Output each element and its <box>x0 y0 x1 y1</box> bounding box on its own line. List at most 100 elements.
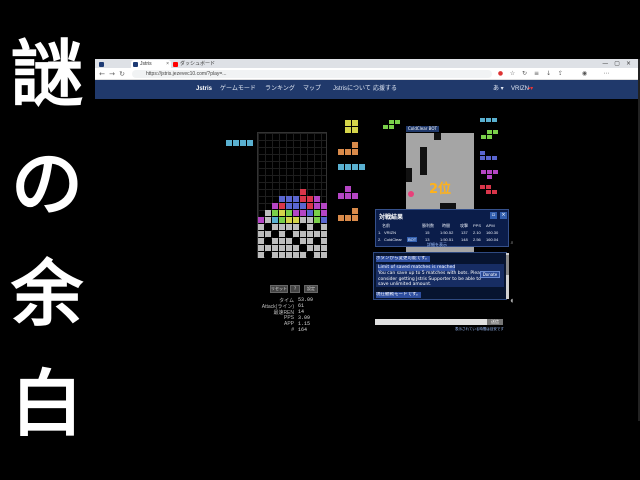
stack-cell <box>314 203 320 209</box>
tab-dashboard-label: ダッシュボード <box>180 61 216 67</box>
refresh-icon[interactable]: ↻ <box>521 70 528 77</box>
nav-user[interactable]: VRIZN <box>511 80 529 99</box>
stat-value: 164 <box>298 327 308 333</box>
opponent-queue-mino <box>486 190 491 194</box>
stack-cell <box>272 203 278 209</box>
garbage-cell <box>258 238 264 244</box>
extension-icon[interactable]: ● <box>497 70 504 77</box>
nav-game-mode[interactable]: ゲームモード <box>220 80 256 99</box>
stack-cell <box>286 217 292 223</box>
opponent-cursor-icon <box>408 191 414 197</box>
title-overlay: 謎 の 余 白 <box>0 0 94 480</box>
scroll-thumb[interactable] <box>506 255 509 275</box>
tab-1[interactable] <box>97 60 131 68</box>
opponent-queue-mino <box>480 156 485 160</box>
queue-mino <box>338 215 344 221</box>
col-header: APM <box>486 223 495 228</box>
tab-favicon-icon <box>99 61 104 67</box>
garbage-cell <box>314 252 320 258</box>
star-icon[interactable]: ☆ <box>509 70 516 77</box>
donate-button[interactable]: Donate <box>480 271 500 278</box>
opponent-queue-mino <box>395 120 400 124</box>
chat-line: ボタンから変更可能です。 <box>376 256 430 262</box>
garbage-cell <box>272 231 278 237</box>
zoom-icon[interactable]: ⌕ <box>509 240 515 246</box>
url-field[interactable]: https://jstris.jezevec10.com/?play=... <box>132 70 492 78</box>
garbage-cell <box>321 231 327 237</box>
tab-jstris[interactable]: Jstris × <box>131 60 171 68</box>
garbage-cell <box>293 252 299 258</box>
title-char-4: 白 <box>10 361 83 446</box>
notification-icon[interactable]: ▪▾ <box>528 80 533 99</box>
row-pps: 2.10 <box>473 230 481 235</box>
opponent-queue-mino <box>492 190 497 194</box>
nav-ranking[interactable]: ランキング <box>265 80 295 99</box>
share-icon[interactable]: ⇪ <box>557 70 564 77</box>
forward-icon[interactable]: → <box>108 70 116 78</box>
nav-maps[interactable]: マップ <box>303 80 321 99</box>
opponent-rank: 2位 <box>429 182 452 197</box>
nav-support[interactable]: 応援する <box>373 80 397 99</box>
minimize-icon[interactable]: ▫ <box>490 212 497 219</box>
more-icon[interactable]: ⋯ <box>603 70 610 77</box>
row-apm: 160.30 <box>486 230 499 235</box>
footer-note: 表示されている時間は目安です <box>455 327 504 331</box>
back-icon[interactable]: ← <box>98 70 106 78</box>
window-controls[interactable]: —▢× <box>602 59 637 68</box>
opponent-queue-mino <box>493 130 498 134</box>
stack-cell <box>258 217 264 223</box>
garbage-cell <box>286 238 292 244</box>
close-icon[interactable]: × <box>166 60 169 68</box>
garbage-cell <box>258 224 264 230</box>
garbage-cell <box>293 245 299 251</box>
garbage-cell <box>272 238 278 244</box>
col-header: 時間 <box>442 223 450 228</box>
stack-cell <box>314 210 320 216</box>
stack-cell <box>307 210 313 216</box>
chat-scrollbar[interactable] <box>506 253 509 299</box>
nav-about[interactable]: Jstrisについて <box>333 80 371 99</box>
garbage-cell <box>265 210 271 216</box>
garbage-cell <box>314 224 320 230</box>
help-button[interactable]: ? <box>290 285 300 293</box>
garbage-cell <box>265 245 271 251</box>
garbage-cell <box>272 252 278 258</box>
stack-cell <box>321 203 327 209</box>
opponent-hole <box>406 168 412 182</box>
youtube-favicon-icon <box>173 61 178 67</box>
stack-cell <box>300 203 306 209</box>
row-rank: 1. <box>378 230 382 235</box>
garbage-cell <box>307 238 313 244</box>
garbage-cell <box>300 224 306 230</box>
chat-input[interactable] <box>375 319 503 325</box>
profile-icon[interactable]: ◉ <box>581 70 588 77</box>
jstris-page: Jstris ゲームモード ランキング マップ Jstrisについて 応援する … <box>95 80 640 421</box>
reload-icon[interactable]: ↻ <box>118 70 126 78</box>
stack-cell <box>300 196 306 202</box>
close-icon[interactable]: × <box>500 212 507 219</box>
garbage-cell <box>286 224 292 230</box>
show-details-link[interactable]: 詳細を表示 <box>427 242 447 248</box>
send-button[interactable]: 送信 <box>487 319 503 325</box>
stack-cell <box>293 210 299 216</box>
nav-brand[interactable]: Jstris <box>196 80 212 99</box>
menu-icon[interactable]: ≡ <box>533 70 540 77</box>
queue-mino <box>338 193 344 199</box>
reset-button[interactable]: リセット <box>270 285 288 293</box>
opponent-queue-mino <box>487 135 492 139</box>
nav-language-icon[interactable]: あ ▾ <box>493 80 504 99</box>
opponent-queue-mino <box>480 118 485 122</box>
tab-bar: Jstris × ダッシュボード —▢× <box>95 59 640 68</box>
sound-icon[interactable]: ◖ <box>509 298 515 304</box>
col-header: 名前 <box>382 223 390 228</box>
settings-button[interactable]: 設定 <box>304 285 318 293</box>
save-limit-notice: Limit of saved matches is reached You ca… <box>376 264 504 287</box>
garbage-cell <box>258 231 264 237</box>
row-name: ColdClear <box>384 237 402 242</box>
download-icon[interactable]: ↓ <box>545 70 552 77</box>
row-apm: 160.04 <box>486 237 499 242</box>
tab-dashboard[interactable]: ダッシュボード <box>171 60 223 68</box>
tab-jstris-label: Jstris <box>140 61 152 67</box>
stack-cell <box>321 217 327 223</box>
queue-mino <box>345 164 351 170</box>
